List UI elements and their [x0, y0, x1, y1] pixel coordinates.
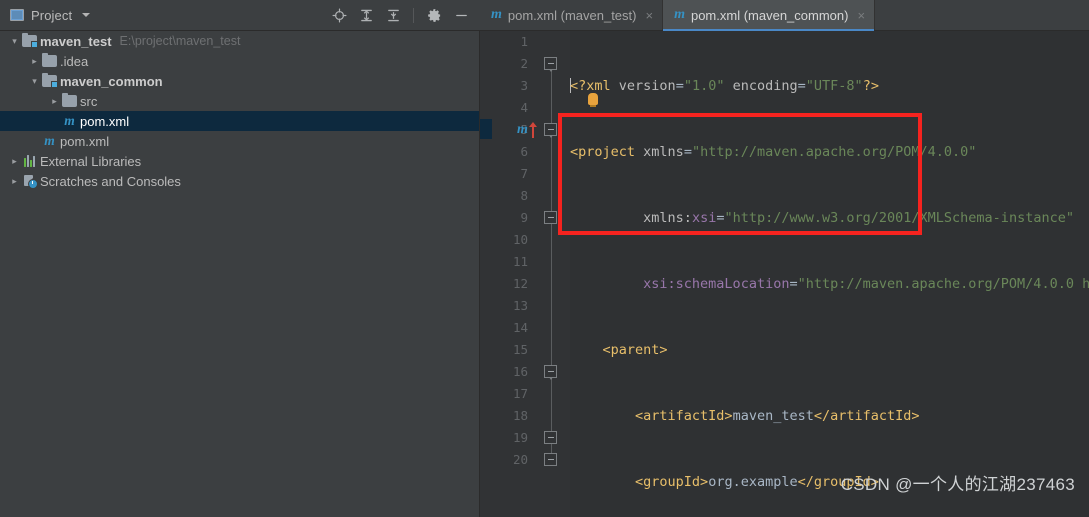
- tree-node-label: src: [80, 93, 98, 109]
- tree-node-label: .idea: [60, 53, 89, 69]
- editor-gutter: 1 2 3 4 5 6 7 8 9 10 11 12 13 14 15 16 1…: [492, 31, 570, 517]
- line-number: 19: [512, 430, 528, 445]
- line-number: 12: [512, 276, 528, 291]
- change-marker: [480, 119, 492, 139]
- maven-parent-marker[interactable]: m: [517, 119, 537, 141]
- line-number: 4: [520, 100, 528, 115]
- fold-toggle-project[interactable]: [544, 57, 557, 72]
- locate-icon[interactable]: [328, 4, 350, 26]
- fold-column[interactable]: [544, 31, 558, 517]
- collapse-all-icon[interactable]: [382, 4, 404, 26]
- project-window-icon: [10, 9, 24, 21]
- fold-toggle-project-close[interactable]: [544, 453, 557, 466]
- chevron-collapsed-icon[interactable]: ▸: [8, 171, 21, 191]
- editor-tab-pom-maven-common[interactable]: m pom.xml (maven_common) ×: [663, 0, 876, 31]
- editor-tab-label: pom.xml (maven_common): [690, 7, 849, 23]
- code-line-2: <project xmlns="http://maven.apache.org/…: [570, 144, 977, 160]
- tree-node-label: maven_test: [40, 33, 112, 49]
- scratches-icon: [21, 171, 38, 191]
- chevron-expanded-icon[interactable]: ▾: [28, 71, 41, 91]
- chevron-collapsed-icon[interactable]: ▸: [48, 91, 61, 111]
- close-icon[interactable]: ×: [645, 9, 653, 22]
- close-icon[interactable]: ×: [857, 9, 865, 22]
- chevron-collapsed-icon[interactable]: ▸: [8, 151, 21, 171]
- maven-marker-glyph: m: [517, 122, 528, 137]
- tree-node-label: pom.xml: [80, 113, 130, 129]
- tree-node-label: maven_common: [60, 73, 163, 89]
- gear-icon[interactable]: [423, 4, 445, 26]
- line-number: 20: [512, 452, 528, 467]
- top-strip: Project m pom.xml (maven_test) × m pom.x…: [0, 0, 1089, 31]
- maven-file-icon: m: [674, 7, 685, 22]
- main-body: ▾ maven_test E:\project\maven_test ▸ .id…: [0, 31, 1089, 517]
- folder-icon: [61, 91, 78, 111]
- line-number: 14: [512, 320, 528, 335]
- fold-toggle-parent-open[interactable]: [544, 123, 557, 138]
- tree-node-label: pom.xml: [60, 133, 110, 149]
- line-number: 11: [512, 254, 528, 269]
- module-folder-icon: [41, 71, 58, 91]
- module-folder-icon: [21, 31, 38, 51]
- maven-file-icon: m: [44, 133, 55, 148]
- chevron-down-icon[interactable]: [82, 13, 91, 17]
- code-line-1: <?xml version="1.0" encoding="UTF-8"?>: [570, 78, 879, 94]
- line-number: 6: [520, 144, 528, 159]
- line-number: 1: [520, 34, 528, 49]
- tree-node-label: Scratches and Consoles: [40, 173, 181, 189]
- code-editor[interactable]: 1 2 3 4 5 6 7 8 9 10 11 12 13 14 15 16 1…: [480, 31, 1089, 517]
- tree-node-scratches-and-consoles[interactable]: ▸ Scratches and Consoles: [0, 171, 479, 191]
- code-line-5: <parent>: [602, 342, 668, 358]
- tree-node-src[interactable]: ▸ src: [0, 91, 479, 111]
- fold-toggle-parent-close[interactable]: [544, 211, 557, 224]
- code-content[interactable]: <?xml version="1.0" encoding="UTF-8"?> <…: [570, 31, 1089, 517]
- maven-file-icon: m: [64, 113, 75, 128]
- tree-node-external-libraries[interactable]: ▸ External Libraries: [0, 151, 479, 171]
- project-panel-title[interactable]: Project: [10, 7, 91, 23]
- ide-window: Project m pom.xml (maven_test) × m pom.x…: [0, 0, 1089, 517]
- chevron-collapsed-icon[interactable]: ▸: [28, 51, 41, 71]
- line-number: 10: [512, 232, 528, 247]
- project-tree[interactable]: ▾ maven_test E:\project\maven_test ▸ .id…: [0, 31, 480, 517]
- intention-bulb-icon[interactable]: [588, 93, 598, 107]
- code-line-4: xsi:schemaLocation="http://maven.apache.…: [643, 276, 1089, 292]
- editor-tab-label: pom.xml (maven_test): [507, 7, 637, 23]
- tree-node-idea[interactable]: ▸ .idea: [0, 51, 479, 71]
- line-number: 13: [512, 298, 528, 313]
- line-number: 18: [512, 408, 528, 423]
- minimize-icon[interactable]: [450, 4, 472, 26]
- fold-toggle-properties-open[interactable]: [544, 365, 557, 380]
- editor-tab-pom-maven-test[interactable]: m pom.xml (maven_test) ×: [480, 0, 664, 30]
- code-line-6: <artifactId>maven_test</artifactId>: [635, 408, 920, 424]
- folder-icon: [41, 51, 58, 71]
- maven-file-icon: m: [491, 7, 502, 22]
- project-panel-header: Project: [0, 0, 480, 31]
- project-panel-title-label: Project: [31, 7, 73, 23]
- expand-all-icon[interactable]: [355, 4, 377, 26]
- tree-node-label: External Libraries: [40, 153, 142, 169]
- line-number: 2: [520, 56, 528, 71]
- tree-node-path: E:\project\maven_test: [119, 34, 241, 48]
- tree-node-maven-common[interactable]: ▾ maven_common: [0, 71, 479, 91]
- line-number: 17: [512, 386, 528, 401]
- chevron-expanded-icon[interactable]: ▾: [8, 31, 21, 51]
- project-panel-toolbar: [328, 4, 480, 26]
- watermark: CSDN @一个人的江湖237463: [840, 475, 1075, 494]
- line-number: 9: [520, 210, 528, 225]
- external-libraries-icon: [21, 151, 38, 171]
- line-number: 8: [520, 188, 528, 203]
- up-arrow-icon: [528, 122, 537, 138]
- line-number: 7: [520, 166, 528, 181]
- tree-node-pom-maven-test[interactable]: ▸ m pom.xml: [0, 131, 479, 151]
- fold-toggle-properties-close[interactable]: [544, 431, 557, 444]
- tree-node-maven-test[interactable]: ▾ maven_test E:\project\maven_test: [0, 31, 479, 51]
- line-number: 16: [512, 364, 528, 379]
- editor-tab-bar: m pom.xml (maven_test) × m pom.xml (mave…: [480, 0, 1089, 31]
- code-line-3: xmlns:xsi="http://www.w3.org/2001/XMLSch…: [643, 210, 1074, 226]
- line-number: 15: [512, 342, 528, 357]
- line-number: 3: [520, 78, 528, 93]
- toolbar-separator: [413, 7, 414, 23]
- editor-change-marker-strip: [480, 31, 492, 517]
- tree-node-pom-maven-common[interactable]: ▸ m pom.xml: [0, 111, 479, 131]
